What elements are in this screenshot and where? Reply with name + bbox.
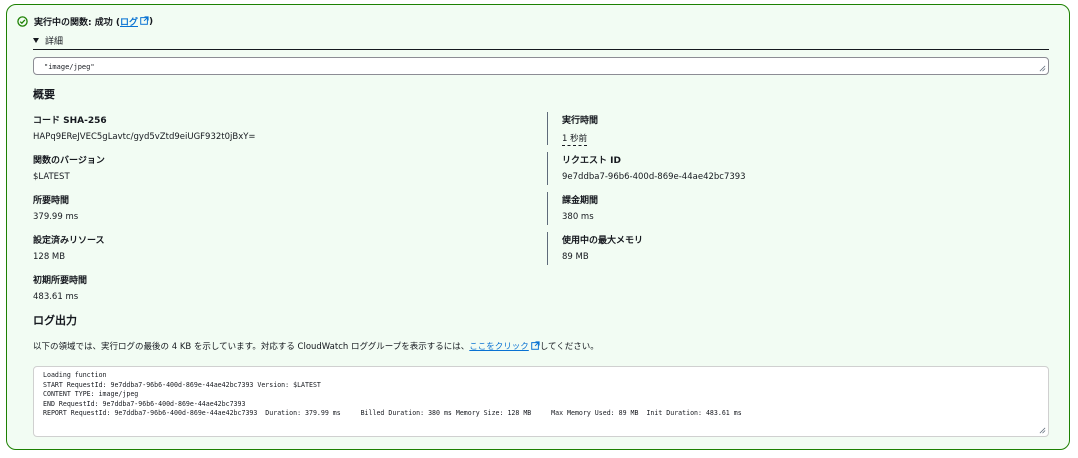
log-link[interactable]: ログ: [120, 15, 138, 28]
log-output-description: 以下の領域では、実行ログの最後の 4 KB を示しています。対応する Cloud…: [33, 340, 599, 353]
payload-textarea[interactable]: "image/jpeg": [33, 57, 1049, 75]
field-value: 89 MB: [562, 252, 589, 262]
details-divider: [33, 49, 1049, 50]
field-value: 380 ms: [562, 212, 594, 222]
details-label: 詳細: [45, 37, 64, 47]
log-line: CONTENT TYPE: image/jpeg: [43, 390, 139, 399]
field-label: 関数のバージョン: [33, 156, 105, 166]
field-execution-time: 実行時間 1 秒前: [562, 113, 599, 146]
external-link-icon[interactable]: [531, 341, 540, 353]
field-value: 379.99 ms: [33, 212, 79, 222]
field-code-sha256: コード SHA-256 HAPq9EReJVEC5gLavtc/gyd5vZtd…: [33, 113, 256, 142]
field-label: リクエスト ID: [562, 156, 621, 166]
field-value: 128 MB: [33, 252, 66, 262]
payload-value: "image/jpeg": [44, 63, 95, 71]
success-check-icon: [17, 16, 28, 27]
field-label: 実行時間: [562, 116, 599, 126]
log-output-textarea[interactable]: Loading function START RequestId: 9e7ddb…: [33, 366, 1049, 437]
resize-grip-icon[interactable]: [1039, 427, 1046, 434]
log-output-title: ログ出力: [33, 314, 77, 327]
status-text: 実行中の関数: 成功 (: [34, 18, 120, 28]
description-text: 以下の領域では、実行ログの最後の 4 KB を示しています。対応する Cloud…: [33, 342, 470, 352]
field-request-id: リクエスト ID 9e7ddba7-96b6-400d-869e-44ae42b…: [562, 153, 746, 182]
summary-title: 概要: [33, 88, 55, 101]
column-divider: [547, 192, 548, 225]
field-value[interactable]: 1 秒前: [562, 134, 588, 146]
column-divider: [547, 112, 548, 145]
field-function-version: 関数のバージョン $LATEST: [33, 153, 105, 182]
log-line: START RequestId: 9e7ddba7-96b6-400d-869e…: [43, 380, 321, 389]
log-line: REPORT RequestId: 9e7ddba7-96b6-400d-869…: [43, 409, 742, 418]
field-value: 483.61 ms: [33, 292, 79, 302]
field-label: 設定済みリソース: [33, 236, 105, 246]
field-value: $LATEST: [33, 172, 70, 182]
external-link-icon[interactable]: [140, 15, 149, 28]
field-value: HAPq9EReJVEC5gLavtc/gyd5vZtd9eiUGF932t0j…: [33, 132, 256, 142]
field-label: 使用中の最大メモリ: [562, 236, 644, 246]
field-label: 所要時間: [33, 196, 70, 206]
field-label: 課金期間: [562, 196, 599, 206]
log-line: END RequestId: 9e7ddba7-96b6-400d-869e-4…: [43, 399, 246, 408]
field-max-memory-used: 使用中の最大メモリ 89 MB: [562, 233, 643, 262]
field-init-duration: 初期所要時間 483.61 ms: [33, 273, 87, 302]
field-label: 初期所要時間: [33, 276, 88, 286]
column-divider: [547, 152, 548, 185]
log-line: Loading function: [43, 371, 107, 379]
field-configured-resources: 設定済みリソース 128 MB: [33, 233, 105, 262]
cloudwatch-link[interactable]: ここをクリック: [469, 342, 529, 352]
column-divider: [547, 232, 548, 265]
description-text-after: してください。: [539, 342, 599, 352]
execution-status-header: 実行中の関数: 成功 ( ログ ): [17, 15, 153, 28]
resize-grip-icon[interactable]: [1039, 65, 1046, 72]
caret-down-icon: [33, 38, 39, 43]
execution-result-panel: 実行中の関数: 成功 ( ログ ) 詳細 "image/jpeg" 概要 コード…: [6, 4, 1070, 450]
field-value: 9e7ddba7-96b6-400d-869e-44ae42bc7393: [562, 172, 746, 182]
details-toggle[interactable]: 詳細: [33, 34, 63, 47]
status-close-paren: ): [149, 16, 154, 27]
field-duration: 所要時間 379.99 ms: [33, 193, 78, 222]
field-label: コード SHA-256: [33, 116, 107, 126]
field-billed-duration: 課金期間 380 ms: [562, 193, 598, 222]
